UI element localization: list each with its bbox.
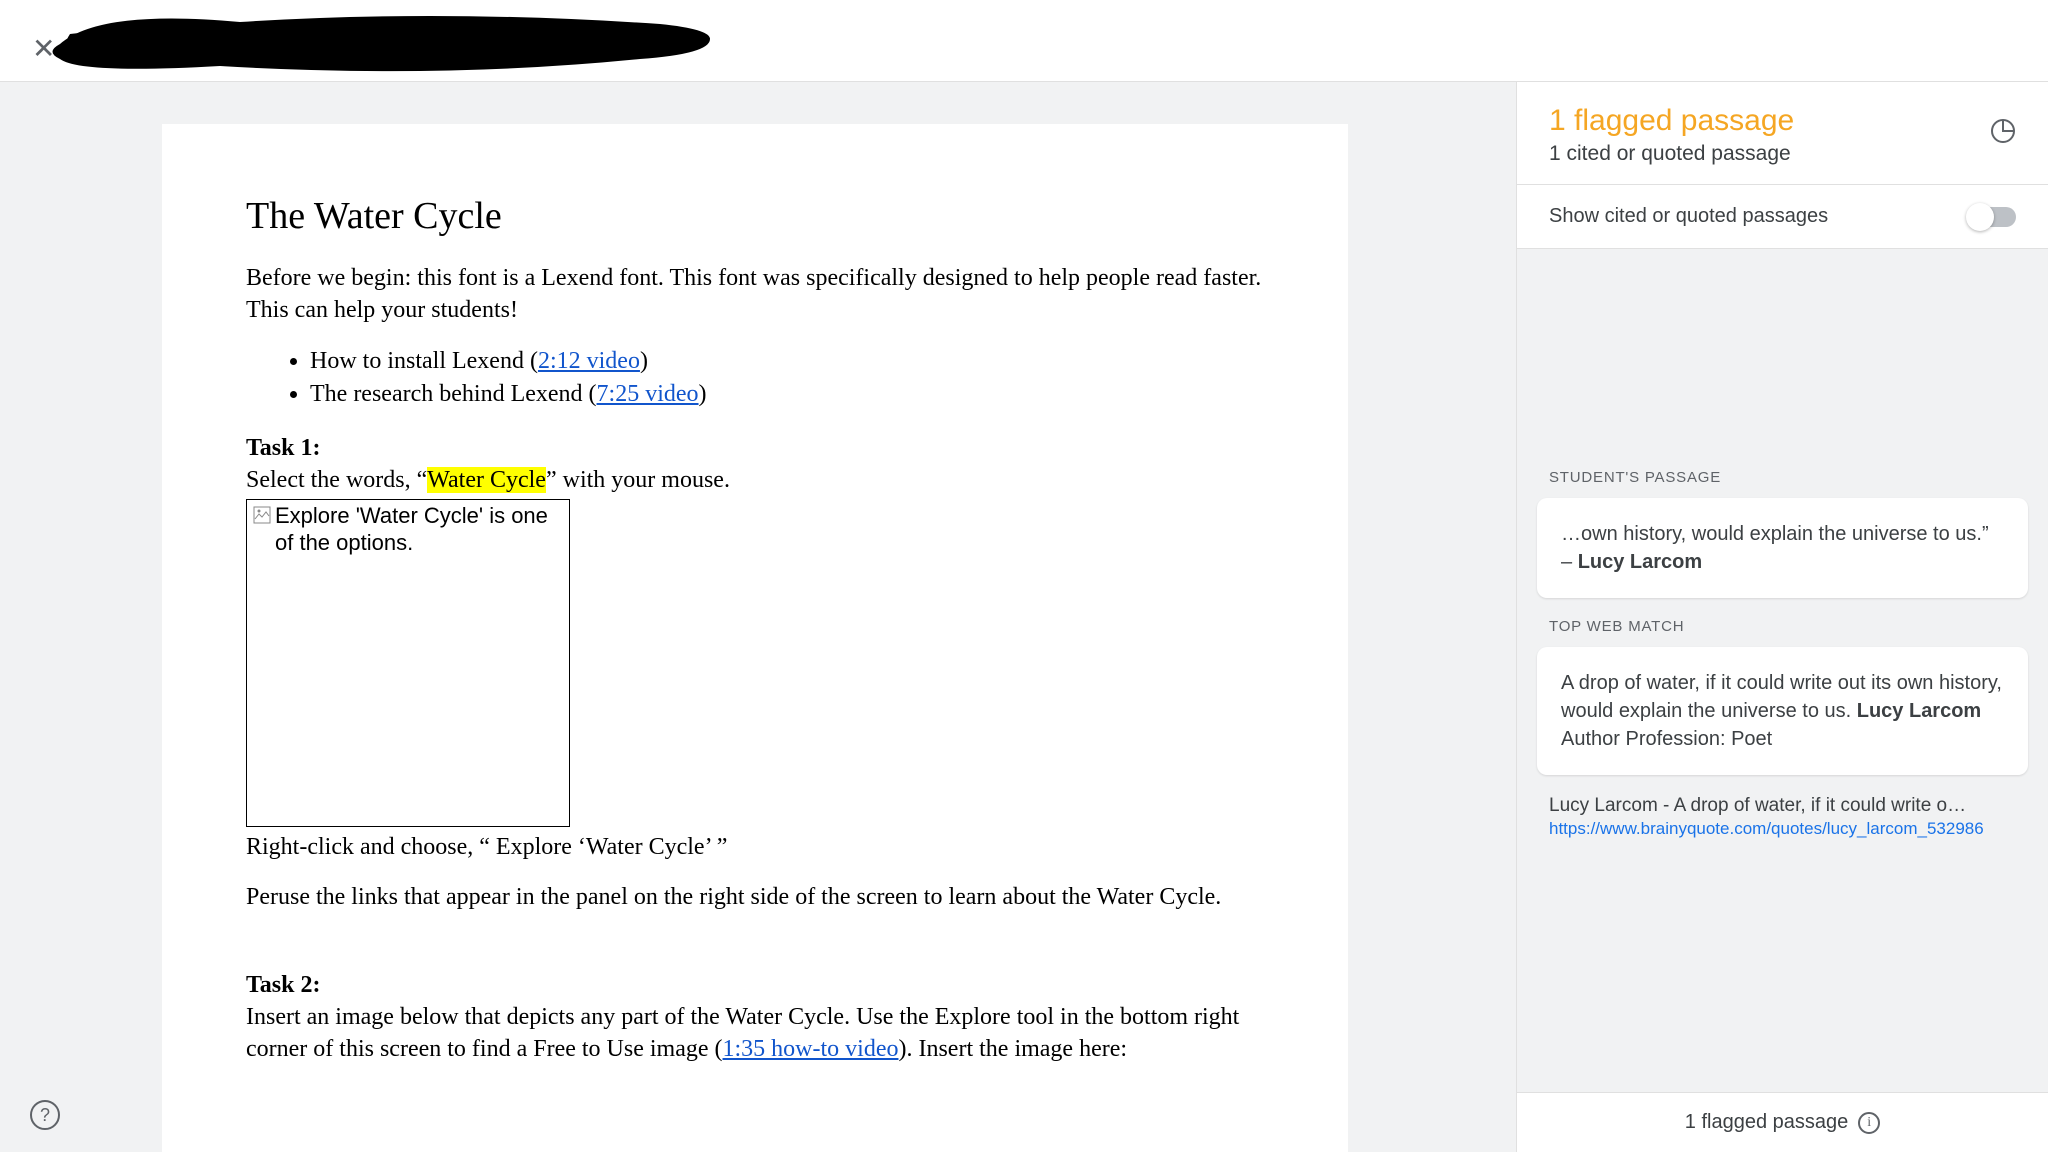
toggle-row: Show cited or quoted passages <box>1517 185 2048 249</box>
task1-peruse: Peruse the links that appear in the pane… <box>246 881 1264 913</box>
broken-image-placeholder: Explore 'Water Cycle' is one of the opti… <box>246 499 570 827</box>
task1-label: Task 1: <box>246 435 320 461</box>
student-quote-author: Lucy Larcom <box>1578 551 1702 573</box>
broken-image-icon <box>253 506 271 524</box>
list-item: How to install Lexend (2:12 video) <box>310 345 1264 379</box>
match-source-title: Lucy Larcom - A drop of water, if it cou… <box>1549 795 2016 817</box>
image-alt-text: Explore 'Water Cycle' is one of the opti… <box>275 502 563 557</box>
task1-highlight: Water Cycle <box>427 467 546 493</box>
list-item: The research behind Lexend (7:25 video) <box>310 378 1264 412</box>
task1-text: Select the words, “ <box>246 467 427 493</box>
bullet-list: How to install Lexend (2:12 video) The r… <box>246 345 1264 412</box>
toggle-label: Show cited or quoted passages <box>1549 205 1828 228</box>
doc-title: The Water Cycle <box>246 194 1264 238</box>
task2-label: Task 2: <box>246 972 320 998</box>
document-page: The Water Cycle Before we begin: this fo… <box>162 124 1348 1154</box>
task2-block: Task 2: Insert an image below that depic… <box>246 969 1264 1066</box>
top-web-match-label: TOP WEB MATCH <box>1549 618 2016 635</box>
show-cited-toggle[interactable] <box>1968 207 2016 227</box>
task1-text: ” with your mouse. <box>546 467 730 493</box>
howto-video-link[interactable]: 1:35 how-to video <box>723 1036 899 1062</box>
redaction-scribble <box>40 4 720 84</box>
video-link-1[interactable]: 2:12 video <box>538 348 640 374</box>
info-icon[interactable]: i <box>1858 1112 1880 1134</box>
sidebar-header: 1 flagged passage 1 cited or quoted pass… <box>1517 82 2048 185</box>
cited-subtitle: 1 cited or quoted passage <box>1549 142 2016 166</box>
help-button[interactable]: ? <box>30 1100 60 1130</box>
bullet-text: How to install Lexend ( <box>310 348 538 374</box>
originality-sidebar: 1 flagged passage 1 cited or quoted pass… <box>1516 82 2048 1152</box>
match-text-post: Author Profession: Poet <box>1561 728 1772 750</box>
match-source-url[interactable]: https://www.brainyquote.com/quotes/lucy_… <box>1549 819 2016 839</box>
video-link-2[interactable]: 7:25 video <box>597 381 699 407</box>
match-author: Lucy Larcom <box>1857 700 1981 722</box>
pie-chart-icon[interactable] <box>1990 118 2016 144</box>
bullet-text: The research behind Lexend ( <box>310 381 597 407</box>
web-match-card[interactable]: A drop of water, if it could write out i… <box>1537 647 2028 775</box>
bullet-text: ) <box>640 348 648 374</box>
task2-text: ). Insert the image here: <box>898 1036 1127 1062</box>
toggle-knob <box>1966 203 1994 231</box>
help-icon: ? <box>40 1105 50 1126</box>
intro-paragraph: Before we begin: this font is a Lexend f… <box>246 262 1264 327</box>
task1-instruction: Right-click and choose, “ Explore ‘Water… <box>246 831 1264 863</box>
main-area: The Water Cycle Before we begin: this fo… <box>0 82 1516 1152</box>
student-passage-card[interactable]: …own history, would explain the universe… <box>1537 498 2028 598</box>
task1-block: Task 1: Select the words, “Water Cycle” … <box>246 432 1264 497</box>
topbar: ✕ <box>0 0 2048 82</box>
flagged-title: 1 flagged passage <box>1549 104 2016 138</box>
footer-count: 1 flagged passage <box>1685 1111 1848 1134</box>
bullet-text: ) <box>699 381 707 407</box>
sidebar-footer: 1 flagged passage i <box>1517 1092 2048 1152</box>
student-passage-label: STUDENT'S PASSAGE <box>1549 469 2016 486</box>
